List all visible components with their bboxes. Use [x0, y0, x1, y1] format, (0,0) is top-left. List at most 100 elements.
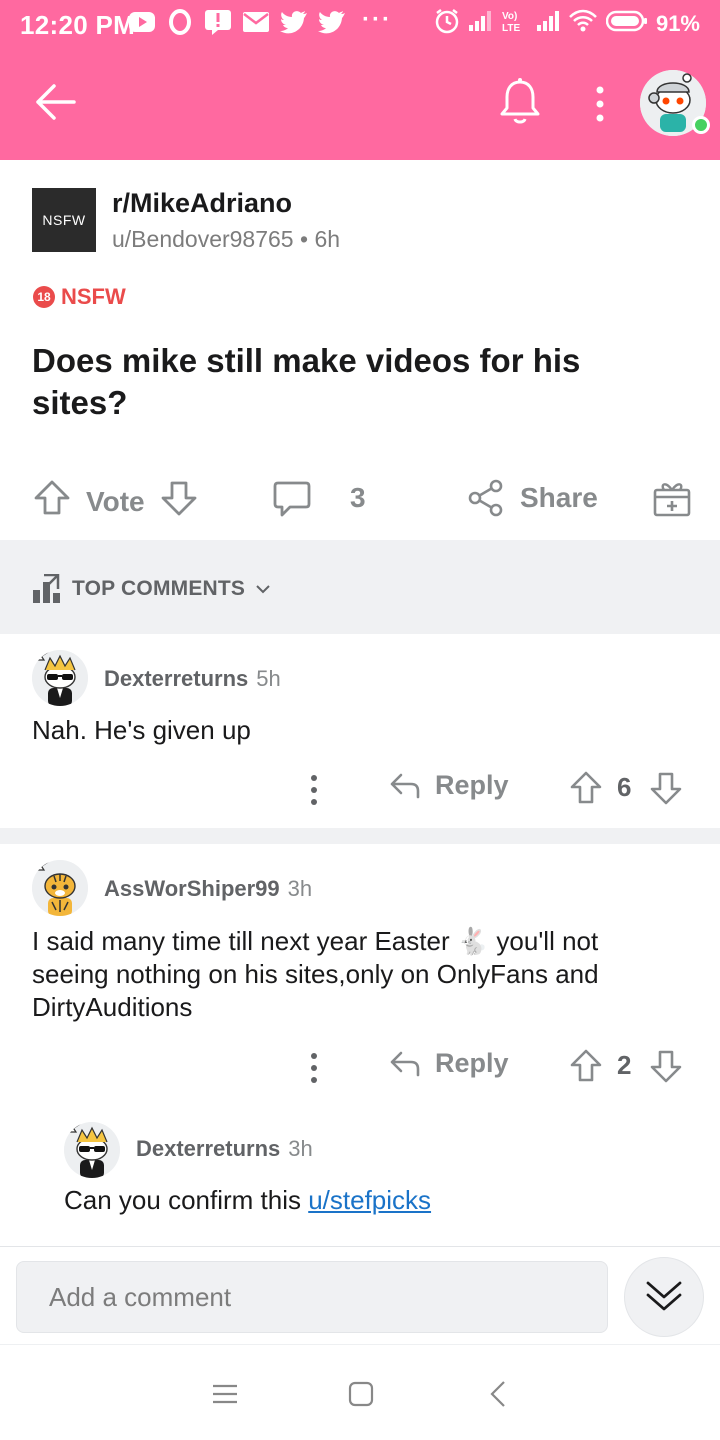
more-vertical-icon: [311, 775, 317, 805]
comment-bubble-icon: [273, 481, 311, 517]
comments-button[interactable]: 3: [272, 478, 366, 518]
wifi-icon: [568, 9, 598, 38]
more-vertical-icon: [311, 1053, 317, 1083]
post-card: NSFW r/MikeAdriano u/Bendover98765 • 6h …: [0, 160, 720, 540]
comment-upvote-button[interactable]: [569, 1048, 603, 1089]
svg-text:Vo): Vo): [502, 11, 517, 22]
comment-author[interactable]: Dexterreturns 5h: [104, 666, 281, 692]
award-button[interactable]: [652, 478, 692, 518]
comment-downvote-button[interactable]: [649, 770, 683, 811]
user-mention-link[interactable]: u/stefpicks: [308, 1185, 431, 1215]
reply-arrow-icon: [390, 773, 420, 798]
system-navigation-bar: [0, 1344, 720, 1440]
sort-label: TOP COMMENTS: [72, 577, 246, 600]
top-sort-icon: [33, 574, 60, 603]
upvote-button[interactable]: [32, 478, 72, 525]
app-header: 12:20 PM ··· Vo) LTE 91%: [0, 0, 720, 160]
nsfw-label: NSFW: [61, 284, 126, 309]
gift-award-icon: [653, 483, 691, 517]
age-18-icon: 18: [33, 286, 55, 308]
upvote-arrow-icon: [34, 480, 70, 515]
snoo-tiger-avatar: [32, 860, 88, 916]
comment-author[interactable]: AssWorShiper99 3h: [104, 876, 312, 902]
share-label: Share: [520, 482, 598, 513]
comment-downvote-button[interactable]: [649, 1048, 683, 1089]
collapse-threads-button[interactable]: [624, 1257, 704, 1337]
system-back-button[interactable]: [484, 1379, 514, 1409]
status-bar: 12:20 PM ··· Vo) LTE 91%: [0, 0, 720, 48]
comment-separator: [0, 828, 720, 844]
comment-author[interactable]: Dexterreturns 3h: [136, 1136, 313, 1162]
vote-label: Vote: [86, 485, 145, 517]
nsfw-thumbnail[interactable]: NSFW: [32, 188, 96, 252]
comment-age: 3h: [288, 1136, 313, 1161]
commenter-avatar[interactable]: [32, 860, 88, 916]
byline-separator: •: [300, 226, 309, 252]
downvote-arrow-icon: [161, 481, 197, 516]
system-icons: Vo) LTE 91%: [434, 8, 700, 39]
more-vertical-icon: [596, 86, 604, 122]
vote-control: Vote: [32, 478, 199, 525]
reply-button[interactable]: Reply: [389, 1048, 509, 1079]
comment-body: Can you confirm this u/stefpicks: [64, 1184, 684, 1217]
reply-arrow-icon: [390, 1051, 420, 1076]
add-comment-input[interactable]: Add a comment: [16, 1261, 608, 1333]
downvote-arrow-icon: [650, 772, 682, 805]
share-button[interactable]: Share: [466, 478, 598, 518]
notification-icons: [128, 9, 346, 35]
bell-icon: [500, 78, 540, 124]
recent-apps-button[interactable]: [210, 1379, 240, 1409]
comment: AssWorShiper99 3h I said many time till n…: [0, 844, 720, 1114]
back-button[interactable]: [30, 80, 82, 124]
comment-more-button[interactable]: [307, 1050, 321, 1086]
commenter-avatar[interactable]: [64, 1122, 120, 1178]
comment-more-button[interactable]: [307, 772, 321, 808]
post-title: Does mike still make videos for his site…: [32, 342, 581, 421]
share-icon: [468, 479, 503, 517]
alarm-icon: [434, 8, 460, 39]
comment-upvote-button[interactable]: [569, 770, 603, 811]
post-author[interactable]: u/Bendover98765: [112, 226, 294, 252]
menu-icon: [213, 1384, 237, 1404]
chevron-down-icon: [256, 585, 270, 594]
upvote-arrow-icon: [570, 771, 602, 804]
commenter-avatar[interactable]: [32, 650, 88, 706]
subreddit-name[interactable]: r/MikeAdriano: [112, 188, 292, 219]
comment-author-name[interactable]: Dexterreturns: [104, 666, 248, 691]
user-avatar-button[interactable]: [640, 70, 710, 136]
comment-count: 3: [350, 482, 366, 513]
downvote-arrow-icon: [650, 1050, 682, 1083]
upvote-arrow-icon: [570, 1049, 602, 1082]
comment-composer: Add a comment: [0, 1246, 720, 1344]
reply-label: Reply: [435, 770, 509, 800]
comment-score: 6: [617, 772, 632, 802]
youtube-icon: [128, 9, 156, 35]
snoo-sunglasses-avatar: [32, 650, 88, 706]
battery-percent: 91%: [655, 10, 700, 36]
back-arrow-icon: [36, 84, 76, 120]
signal-icon: [468, 10, 492, 37]
status-time: 12:20 PM: [20, 10, 136, 40]
sort-dropdown[interactable]: TOP COMMENTS: [32, 574, 271, 604]
post-age: 6h: [314, 226, 341, 252]
signal-icon: [536, 10, 560, 37]
more-options-button[interactable]: [588, 80, 612, 128]
online-status-dot: [692, 116, 710, 134]
comment-score: 2: [617, 1050, 632, 1080]
twitter-icon: [318, 9, 346, 35]
comment-author-name[interactable]: Dexterreturns: [136, 1136, 280, 1161]
home-button[interactable]: [346, 1379, 376, 1409]
screen: 12:20 PM ··· Vo) LTE 91% NSFW r/MikeAdri…: [0, 0, 720, 1440]
comment-age: 5h: [256, 666, 281, 691]
downvote-button[interactable]: [159, 478, 199, 525]
comment-age: 3h: [287, 876, 313, 901]
comment: Dexterreturns 5h Nah. He's given up Reply…: [0, 634, 720, 828]
comment-author-name[interactable]: AssWorShiper99: [104, 876, 280, 901]
comment-actions: Reply 2: [307, 1046, 697, 1090]
nested-comment: Dexterreturns 3h Can you confirm this u/s…: [0, 1114, 720, 1246]
nsfw-badge: 18 NSFW: [33, 284, 126, 310]
square-icon: [348, 1381, 374, 1407]
notifications-button[interactable]: [496, 76, 544, 128]
comment-body: I said many time till next year Easter 🐇…: [32, 926, 599, 1022]
reply-button[interactable]: Reply: [389, 770, 509, 801]
